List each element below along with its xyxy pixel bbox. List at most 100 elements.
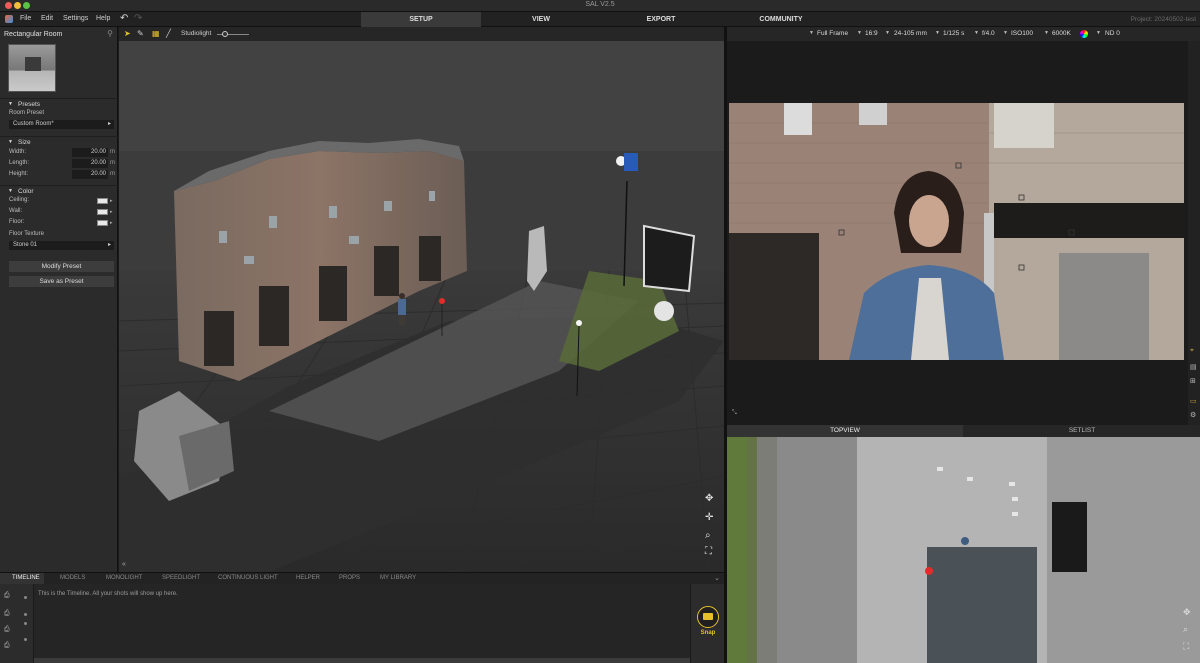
- 3d-viewport[interactable]: ➤ ✎ ▦ ╱ Studiolight ✥ ✛ ⌕ ⛶ «: [119, 27, 724, 572]
- caret-down-icon[interactable]: ▼: [935, 30, 940, 36]
- line-icon[interactable]: ╱: [166, 29, 171, 38]
- fit-view-icon[interactable]: ⛶: [705, 546, 712, 557]
- height-field[interactable]: 20.00: [72, 170, 108, 179]
- reflector-model[interactable]: [654, 301, 674, 321]
- tab-setup[interactable]: SETUP: [361, 12, 481, 27]
- collapse-panel-icon[interactable]: «: [122, 561, 126, 568]
- wall-color-swatch[interactable]: [97, 209, 108, 215]
- ceiling-color-swatch[interactable]: [97, 198, 108, 204]
- light-model[interactable]: [576, 320, 582, 326]
- caret-right-icon[interactable]: ▸: [110, 198, 113, 204]
- tab-speedlight[interactable]: SPEEDLIGHT: [162, 575, 200, 581]
- camera-marker[interactable]: [439, 298, 445, 304]
- camera-preview[interactable]: [729, 103, 1184, 360]
- menu-edit[interactable]: Edit: [41, 15, 53, 22]
- expand-icon[interactable]: ⤡: [732, 410, 737, 417]
- fit-view-icon[interactable]: ⛶: [1183, 641, 1189, 652]
- tab-community[interactable]: COMMUNITY: [721, 12, 841, 27]
- room-thumbnail: [8, 44, 56, 92]
- collapse-arrow-icon: ▼: [8, 139, 13, 145]
- model-track-icon[interactable]: ⎙: [4, 626, 10, 634]
- focus-icon[interactable]: ⌖: [1190, 347, 1194, 355]
- select-arrow-icon[interactable]: ➤: [124, 29, 131, 38]
- sensor-setting[interactable]: Full Frame: [817, 30, 848, 37]
- caret-down-icon[interactable]: ▼: [974, 30, 979, 36]
- iso-setting[interactable]: ISO100: [1011, 30, 1033, 37]
- collapse-panel-icon[interactable]: ⌄: [714, 574, 720, 582]
- menu-bar: File Edit Settings Help ↶ ↷ SETUP VIEW E…: [0, 12, 1200, 27]
- color-wheel-icon[interactable]: [1080, 30, 1088, 38]
- frame-icon[interactable]: ⊞: [1190, 377, 1196, 385]
- pin-icon[interactable]: ⚲: [107, 29, 113, 38]
- grid-overlay-icon[interactable]: ▤: [1190, 363, 1197, 371]
- redo-icon[interactable]: ↷: [134, 13, 142, 24]
- caret-down-icon[interactable]: ▼: [1044, 30, 1049, 36]
- topview-person[interactable]: [961, 537, 969, 545]
- aperture-setting[interactable]: f/4.0: [982, 30, 995, 37]
- tab-continuous-light[interactable]: CONTINUOUS LIGHT: [218, 575, 278, 581]
- presets-section-header[interactable]: ▼ Presets: [0, 98, 118, 109]
- tab-props[interactable]: PROPS: [339, 575, 360, 581]
- guide-icon[interactable]: ▭: [1190, 397, 1197, 405]
- zoom-icon[interactable]: ⌕: [705, 530, 711, 541]
- width-label: Width:: [9, 149, 27, 155]
- caret-down-icon[interactable]: ▼: [885, 30, 890, 36]
- pan-icon[interactable]: ✛: [705, 512, 713, 523]
- tab-helper[interactable]: HELPER: [296, 575, 320, 581]
- grid-icon[interactable]: ▦: [152, 29, 160, 38]
- aspect-setting[interactable]: 16:9: [865, 30, 878, 37]
- tab-models[interactable]: MODELS: [60, 575, 85, 581]
- room-preset-label: Room Preset: [9, 110, 45, 116]
- room-preset-dropdown[interactable]: Custom Room* ▸: [9, 120, 114, 129]
- zoom-icon[interactable]: ⌕: [1183, 624, 1188, 635]
- caret-right-icon[interactable]: ▸: [110, 220, 113, 226]
- topview-map[interactable]: ✥ ⌕ ⛶: [727, 437, 1200, 663]
- topview-camera[interactable]: [925, 567, 933, 575]
- tab-setlist[interactable]: SETLIST: [964, 425, 1200, 437]
- caret-right-icon: ▸: [107, 242, 111, 248]
- orbit-icon[interactable]: ✥: [705, 493, 713, 504]
- timeline-panel: ⎙ ⎙ ⎙ ⎙ This is the Timeline. All your s…: [0, 584, 724, 663]
- save-preset-button[interactable]: Save as Preset: [9, 276, 114, 287]
- library-tabs: TIMELINE MODELS MONOLIGHT SPEEDLIGHT CON…: [0, 572, 724, 585]
- size-section-header[interactable]: ▼ Size: [0, 136, 118, 147]
- studiolight-slider-handle[interactable]: [222, 31, 228, 37]
- timeline-scrollbar[interactable]: [34, 658, 690, 663]
- settings-icon[interactable]: ⚙: [1190, 411, 1196, 419]
- tab-topview[interactable]: TOPVIEW: [727, 425, 963, 437]
- camera-track-icon[interactable]: ⎙: [4, 592, 10, 600]
- title-bar: SAL V2.5: [0, 0, 1200, 12]
- tab-timeline[interactable]: TIMELINE: [12, 575, 40, 581]
- caret-right-icon[interactable]: ▸: [110, 209, 113, 215]
- shutter-setting[interactable]: 1/125 s: [943, 30, 964, 37]
- length-field[interactable]: 20.00: [72, 159, 108, 168]
- white-balance-setting[interactable]: 6000K: [1052, 30, 1071, 37]
- caret-down-icon[interactable]: ▼: [1003, 30, 1008, 36]
- softbox-model[interactable]: [643, 224, 696, 293]
- tab-export[interactable]: EXPORT: [601, 12, 721, 27]
- tab-monolight[interactable]: MONOLIGHT: [106, 575, 142, 581]
- menu-settings[interactable]: Settings: [63, 15, 88, 22]
- menu-file[interactable]: File: [20, 15, 31, 22]
- floor-color-swatch[interactable]: [97, 220, 108, 226]
- snap-button[interactable]: [697, 606, 719, 628]
- menu-help[interactable]: Help: [96, 15, 110, 22]
- floor-texture-dropdown[interactable]: Stone 01 ▸: [9, 241, 114, 250]
- width-field[interactable]: 20.00: [72, 148, 108, 157]
- camera-track-icon[interactable]: ⎙: [4, 642, 10, 650]
- ceiling-label: Ceiling:: [9, 197, 30, 203]
- caret-down-icon[interactable]: ▼: [857, 30, 862, 36]
- light-track-icon[interactable]: ⎙: [4, 610, 10, 618]
- move-icon[interactable]: ✥: [1183, 607, 1191, 618]
- caret-down-icon[interactable]: ▼: [1096, 30, 1101, 36]
- tab-my-library[interactable]: MY LIBRARY: [380, 575, 416, 581]
- undo-icon[interactable]: ↶: [120, 13, 128, 24]
- caret-down-icon[interactable]: ▼: [809, 30, 814, 36]
- project-name: Project: 20240502-test: [1130, 16, 1196, 23]
- lens-setting[interactable]: 24-105 mm: [894, 30, 927, 37]
- modify-preset-button[interactable]: Modify Preset: [9, 261, 114, 272]
- tab-view[interactable]: VIEW: [481, 12, 601, 27]
- color-section-header[interactable]: ▼ Color: [0, 185, 118, 196]
- pen-icon[interactable]: ✎: [137, 29, 144, 38]
- nd-setting[interactable]: ND 0: [1105, 30, 1120, 37]
